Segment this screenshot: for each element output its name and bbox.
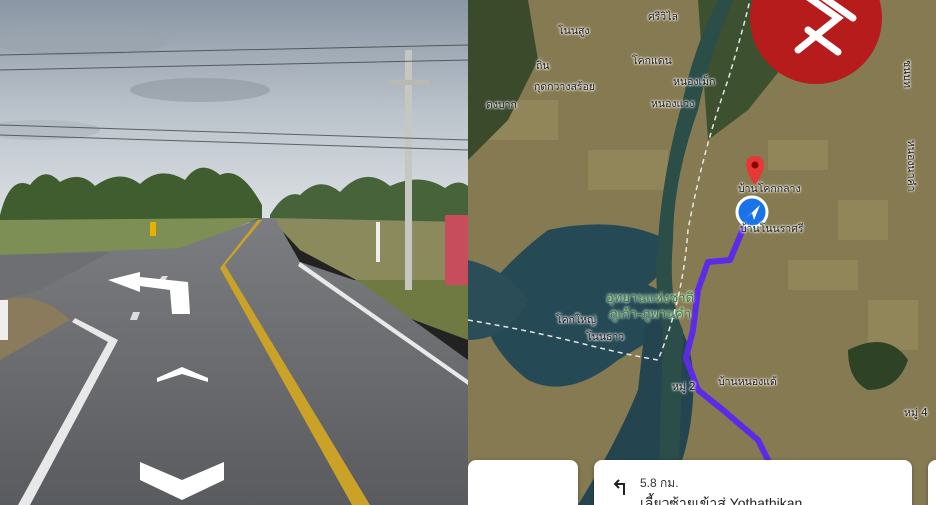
backward-arrow[interactable] bbox=[140, 462, 224, 500]
turn-left-arrow[interactable] bbox=[108, 272, 190, 314]
map-label: หนองแวง bbox=[651, 98, 695, 110]
direction-instruction: เลี้ยวซ้ายเข้าสู่ Yothathikan bbox=[640, 495, 803, 505]
direction-card[interactable]: 5.8 กม. เลี้ยวซ้ายเข้าสู่ Yothathikan bbox=[594, 460, 912, 505]
map-label: หนองนาคำ bbox=[905, 140, 917, 192]
map-label: โนนสูง bbox=[558, 25, 590, 37]
map-label: หนองเม็ก bbox=[673, 76, 716, 88]
map-label: โคกแดน bbox=[632, 55, 672, 67]
map-label: บ้านหนองแด้ bbox=[718, 376, 777, 388]
map-label: หมู่ 4 bbox=[904, 407, 928, 419]
park-name-line1: อุทยานแห่งชาติ bbox=[606, 291, 695, 306]
map-label: หมู่ 2 bbox=[672, 381, 696, 393]
next-direction-card[interactable] bbox=[928, 460, 936, 505]
map-label: บ้านโคกกลาง bbox=[738, 183, 801, 195]
street-nav-overlay bbox=[108, 272, 224, 500]
map-label: โคกใหญ่ bbox=[556, 314, 597, 326]
park-label: อุทยานแห่งชาติ ภูเก้า-ภูพานคำ bbox=[606, 291, 694, 323]
map-label: กุดกวางสร้อย bbox=[534, 81, 595, 93]
map-label: ถิ่น bbox=[536, 60, 550, 72]
direction-distance: 5.8 กม. bbox=[640, 476, 679, 490]
turn-left-icon bbox=[613, 479, 625, 495]
map-panel[interactable]: โนนสูง ศรีวิไล ถิ่น โคกแดน กุดกวางสร้อย … bbox=[468, 0, 936, 505]
map-label: ชนบท bbox=[901, 60, 913, 88]
park-name-line2: ภูเก้า-ภูพานคำ bbox=[608, 307, 692, 322]
forward-arrow[interactable] bbox=[157, 367, 208, 382]
map-label: ศรีวิไล bbox=[648, 11, 678, 23]
map-label: ดงบาก bbox=[486, 99, 517, 111]
prev-direction-card[interactable] bbox=[468, 460, 578, 505]
map-label: บ้านโนนราศรี bbox=[740, 223, 804, 235]
street-view-panel[interactable] bbox=[0, 0, 468, 505]
map-label: โนนธาว bbox=[586, 331, 625, 343]
